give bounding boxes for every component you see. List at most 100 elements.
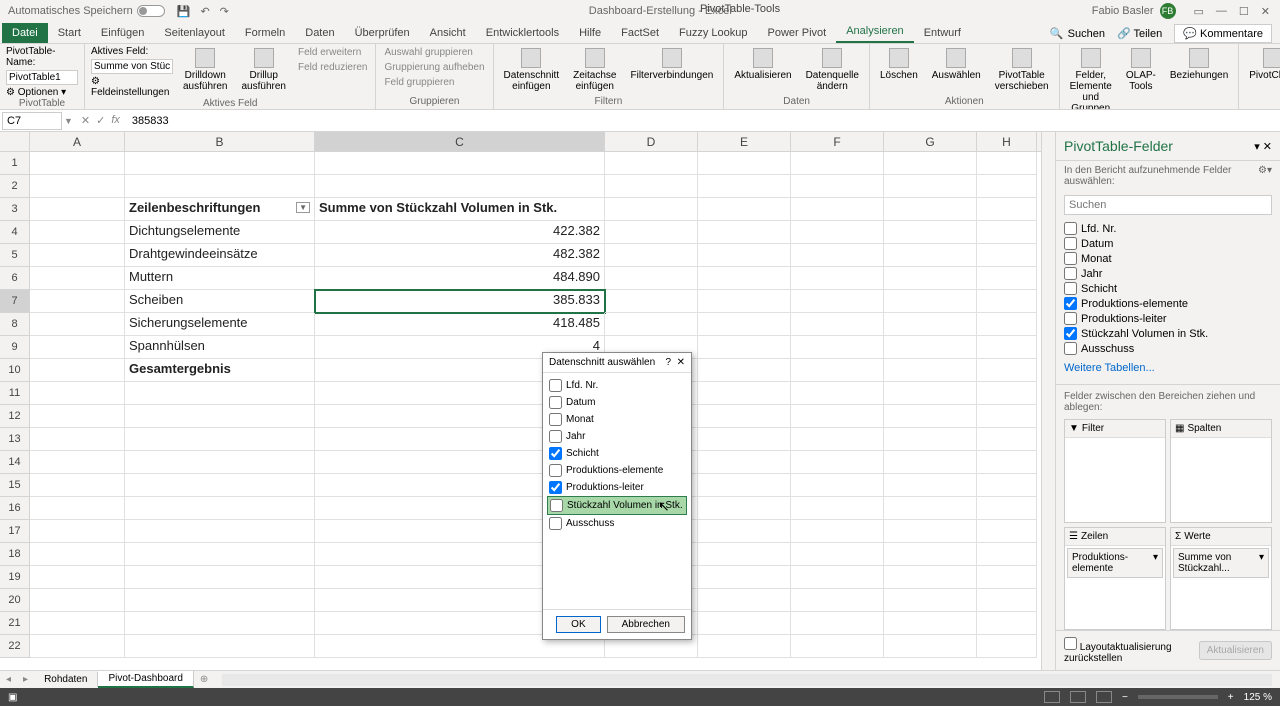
field-item[interactable]: Datum (1064, 236, 1272, 251)
cell[interactable] (791, 589, 884, 612)
share-button[interactable]: 🔗 Teilen (1109, 25, 1170, 42)
zoom-slider[interactable] (1138, 695, 1218, 699)
row-header[interactable]: 8 (0, 313, 29, 336)
cell[interactable] (977, 244, 1037, 267)
cell[interactable] (884, 290, 977, 313)
update-button[interactable]: Aktualisieren (1199, 641, 1272, 660)
field-checkbox[interactable] (1064, 252, 1077, 265)
cell[interactable] (977, 198, 1037, 221)
cell[interactable]: 418.485 (315, 313, 605, 336)
insert-slicer-button[interactable]: Datenschnitt einfügen (500, 46, 564, 94)
cell[interactable] (977, 290, 1037, 313)
maximize-icon[interactable]: ☐ (1239, 5, 1249, 18)
cell[interactable] (698, 635, 791, 658)
cell[interactable] (791, 198, 884, 221)
active-field-input[interactable] (91, 59, 173, 74)
cell[interactable] (125, 520, 315, 543)
name-box-dropdown-icon[interactable]: ▼ (64, 116, 73, 126)
cell[interactable] (30, 566, 125, 589)
slicer-checkbox[interactable] (549, 396, 562, 409)
cell[interactable] (698, 474, 791, 497)
cell[interactable] (791, 612, 884, 635)
row-header[interactable]: 17 (0, 520, 29, 543)
slicer-checkbox[interactable] (549, 464, 562, 477)
cell[interactable] (30, 382, 125, 405)
row-header[interactable]: 10 (0, 359, 29, 382)
cell[interactable] (977, 359, 1037, 382)
cell[interactable] (30, 221, 125, 244)
cell[interactable] (30, 520, 125, 543)
tab-fuzzy lookup[interactable]: Fuzzy Lookup (669, 23, 757, 43)
cell[interactable] (125, 451, 315, 474)
cell[interactable] (791, 428, 884, 451)
cell[interactable] (30, 612, 125, 635)
pt-options-button[interactable]: ⚙ Optionen ▾ (6, 87, 78, 98)
cell[interactable] (977, 497, 1037, 520)
cell[interactable] (315, 152, 605, 175)
column-header[interactable]: G (884, 132, 977, 151)
cell[interactable]: 482.382 (315, 244, 605, 267)
field-item[interactable]: Produktions-elemente (1064, 296, 1272, 311)
row-header[interactable]: 20 (0, 589, 29, 612)
sheet-tab[interactable]: Rohdaten (34, 672, 98, 687)
cell[interactable] (30, 497, 125, 520)
move-pt-button[interactable]: PivotTable verschieben (991, 46, 1053, 94)
redo-icon[interactable]: ↷ (220, 5, 229, 18)
row-header[interactable]: 22 (0, 635, 29, 658)
cell[interactable] (30, 428, 125, 451)
column-header[interactable]: E (698, 132, 791, 151)
cell[interactable] (977, 267, 1037, 290)
tab-entwurf[interactable]: Entwurf (914, 23, 971, 43)
field-checkbox[interactable] (1064, 282, 1077, 295)
cell[interactable] (698, 589, 791, 612)
field-checkbox[interactable] (1064, 267, 1077, 280)
cell[interactable] (977, 474, 1037, 497)
cell[interactable] (698, 198, 791, 221)
cell[interactable] (125, 428, 315, 451)
group-selection-button[interactable]: Auswahl gruppieren (382, 46, 486, 59)
defer-layout-checkbox[interactable]: Layoutaktualisierung zurückstellen (1064, 637, 1199, 664)
cell[interactable] (605, 152, 698, 175)
cell[interactable] (791, 543, 884, 566)
cell[interactable] (698, 244, 791, 267)
field-item[interactable]: Schicht (1064, 281, 1272, 296)
change-source-button[interactable]: Datenquelle ändern (802, 46, 863, 94)
cell[interactable] (125, 497, 315, 520)
cell[interactable] (30, 543, 125, 566)
tab-daten[interactable]: Daten (295, 23, 344, 43)
dialog-help-icon[interactable]: ? (665, 357, 671, 368)
toggle-icon[interactable] (137, 5, 165, 17)
cell[interactable] (698, 290, 791, 313)
field-item[interactable]: Jahr (1064, 266, 1272, 281)
cell[interactable] (698, 382, 791, 405)
name-box[interactable]: C7 (2, 112, 62, 130)
undo-icon[interactable]: ↶ (200, 5, 209, 18)
cell[interactable] (977, 451, 1037, 474)
cell[interactable] (977, 313, 1037, 336)
cell[interactable] (30, 359, 125, 382)
fields-items-button[interactable]: Felder, Elemente und Gruppen (1066, 46, 1116, 110)
olap-tools-button[interactable]: OLAP-Tools (1122, 46, 1160, 94)
cell[interactable]: Drahtgewindeeinsätze (125, 244, 315, 267)
row-header[interactable]: 7 (0, 290, 29, 313)
cancel-button[interactable]: Abbrechen (607, 616, 685, 633)
search-label[interactable]: Suchen (1068, 28, 1105, 40)
normal-view-icon[interactable] (1044, 691, 1060, 703)
zoom-level[interactable]: 125 % (1244, 692, 1272, 703)
cell[interactable] (125, 612, 315, 635)
row-header[interactable]: 19 (0, 566, 29, 589)
cell[interactable] (698, 428, 791, 451)
cell[interactable] (605, 198, 698, 221)
add-sheet-icon[interactable]: ⊕ (194, 674, 214, 685)
autosave-toggle[interactable]: Automatisches Speichern (8, 5, 165, 17)
clear-button[interactable]: Löschen (876, 46, 922, 83)
cell[interactable] (698, 612, 791, 635)
slicer-checkbox[interactable] (549, 517, 562, 530)
drillup-button[interactable]: Drillup ausführen (237, 46, 289, 94)
row-header[interactable]: 15 (0, 474, 29, 497)
area-values[interactable]: ΣWerte Summe von Stückzahl...▾ (1170, 527, 1272, 631)
field-checkbox[interactable] (1064, 237, 1077, 250)
field-item[interactable]: Ausschuss (1064, 341, 1272, 356)
cell[interactable]: Sicherungselemente (125, 313, 315, 336)
area-columns[interactable]: ▦Spalten (1170, 419, 1272, 523)
